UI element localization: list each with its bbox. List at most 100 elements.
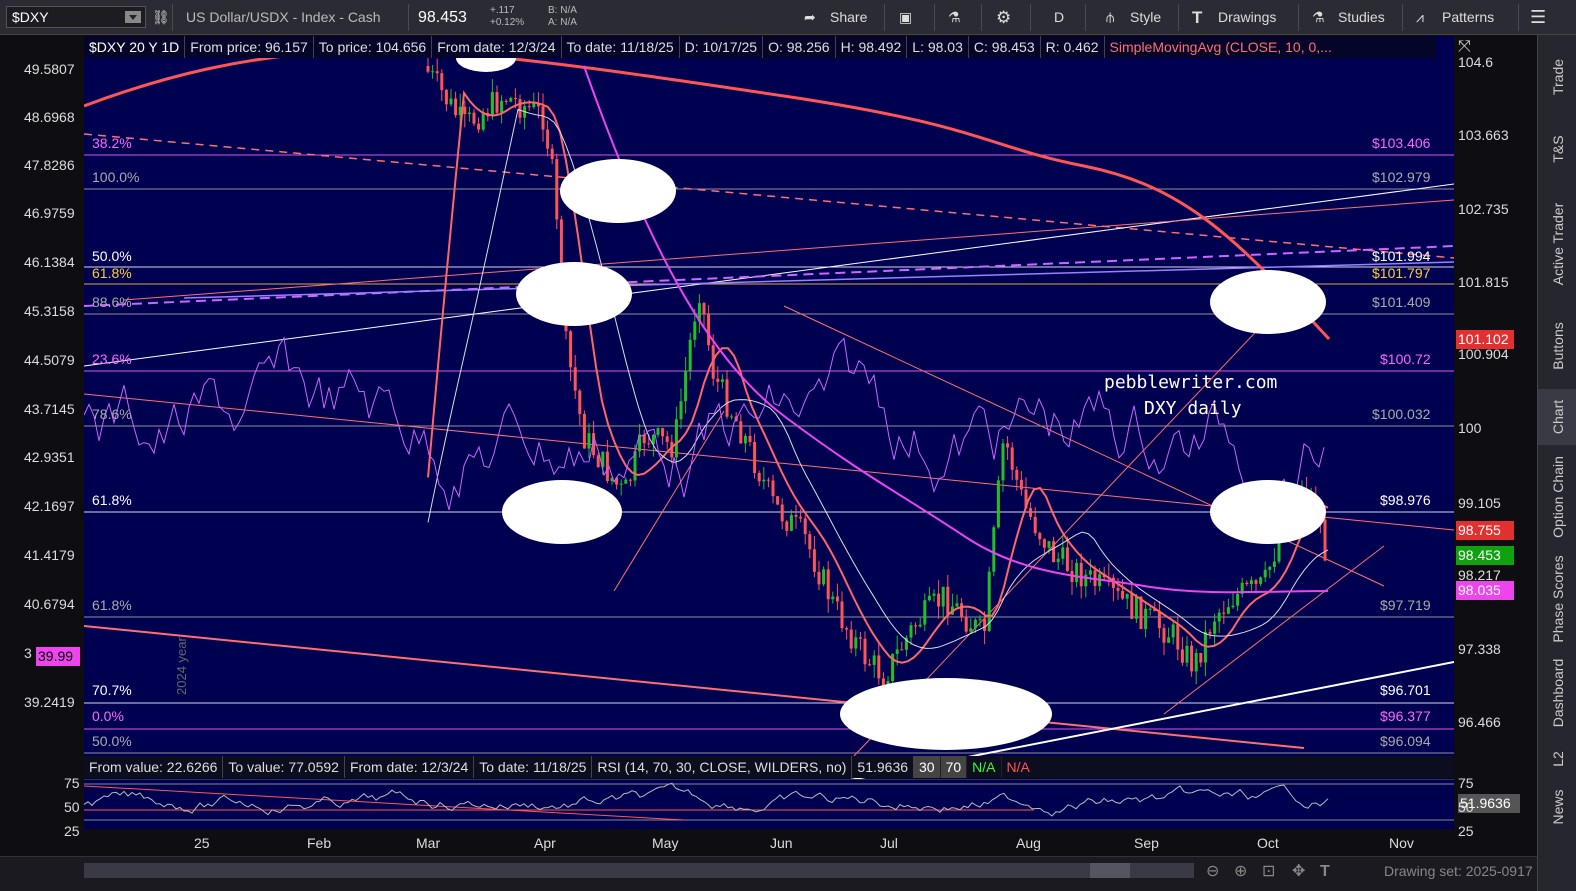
sidebar-tab-dashboard[interactable]: Dashboard — [1538, 649, 1576, 737]
candle-body — [1079, 562, 1083, 587]
candle-body — [978, 618, 982, 620]
rsi-panel[interactable] — [84, 779, 1454, 829]
sidebar-tab-trade[interactable]: Trade — [1538, 41, 1576, 113]
candle-body — [509, 97, 513, 102]
sidebar-tab-buttons[interactable]: Buttons — [1538, 303, 1576, 389]
candle-body — [776, 496, 780, 505]
drawings-icon[interactable]: T — [1192, 0, 1202, 35]
candle-body — [969, 628, 973, 632]
zoom-in-icon[interactable]: ⊕ — [1234, 854, 1247, 889]
fib-price-label: $96.377 — [1380, 708, 1431, 724]
candle-body — [1130, 593, 1134, 619]
candle-body — [1001, 443, 1005, 481]
share-icon[interactable]: ➦ — [804, 0, 816, 35]
candle-body — [628, 479, 632, 481]
left-axis-label: 44.5079 — [24, 352, 75, 368]
fib-price-label: $98.976 — [1380, 492, 1431, 508]
candle-body — [684, 370, 688, 402]
candle-body — [840, 601, 844, 629]
candle-body — [431, 71, 435, 73]
candle-body — [490, 92, 494, 117]
candle-body — [573, 367, 577, 391]
candle-body — [794, 515, 798, 517]
x-axis-label: 25 — [194, 835, 210, 851]
x-axis-label: Jul — [880, 835, 898, 851]
candle-body — [1231, 605, 1235, 608]
candle-body — [1029, 508, 1033, 517]
candle-body — [822, 569, 826, 585]
style-icon[interactable]: ⫛ — [1106, 0, 1114, 35]
zoom-out-icon[interactable]: ⊖ — [1206, 854, 1219, 889]
candle-body — [1084, 574, 1088, 587]
left-axis-label: 42.1697 — [24, 498, 75, 514]
patterns-icon[interactable]: ⩘ — [1416, 0, 1424, 35]
candle-body — [1263, 569, 1267, 578]
right-sidebar: Trade T&S Active Trader Buttons Chart Option … — [1537, 35, 1576, 891]
symbol-dropdown-icon[interactable] — [125, 11, 141, 23]
study-label[interactable]: SimpleMovingAvg (CLOSE, 10, 0,... — [1105, 36, 1337, 58]
price-panel[interactable] — [84, 36, 1454, 782]
x-axis-label: Oct — [1257, 835, 1279, 851]
share-button[interactable]: Share — [830, 0, 867, 35]
info-to-price: To price: 104.656 — [314, 36, 433, 58]
rsi-study-label[interactable]: RSI (14, 70, 30, CLOSE, WILDERS, no) — [592, 756, 853, 778]
fib-price-label: $101.797 — [1372, 265, 1431, 281]
cursor-icon[interactable]: ✥ — [1292, 854, 1305, 889]
style-button[interactable]: Style — [1130, 0, 1161, 35]
sidebar-tab-option-chain[interactable]: Option Chain — [1538, 445, 1576, 549]
layout-icon[interactable]: ▣ — [899, 0, 912, 35]
fib-level-label: 61.8% — [92, 492, 132, 508]
right-axis-label: 102.735 — [1458, 201, 1509, 217]
symbol-input[interactable]: $DXY — [6, 6, 146, 28]
rsi-overbought-badge: 70 — [940, 756, 968, 778]
candle-body — [1208, 631, 1212, 634]
candle-body — [1125, 593, 1129, 599]
sidebar-tab-news[interactable]: News — [1538, 781, 1576, 833]
candle-body — [1199, 652, 1203, 663]
candle-body — [426, 66, 430, 72]
gear-icon[interactable]: ⚙ — [996, 0, 1011, 35]
highlight-ellipse — [516, 262, 632, 326]
interval-button[interactable]: D — [1054, 0, 1064, 35]
link-icon[interactable]: ⛓ — [152, 0, 170, 35]
flask-icon[interactable]: ⚗ — [948, 0, 961, 35]
info-close: C: 98.453 — [969, 36, 1041, 58]
studies-button[interactable]: Studies — [1338, 0, 1385, 35]
ask-value: A: N/A — [548, 17, 577, 28]
candle-body — [803, 518, 807, 535]
left-axis-label: 41.4179 — [24, 547, 75, 563]
zoom-fit-icon[interactable]: ⊡ — [1262, 854, 1275, 889]
left-axis-label: 39.2419 — [24, 694, 75, 710]
percent-change: +0.12% — [490, 17, 525, 28]
fib-level-label: 50.0% — [92, 248, 132, 264]
left-axis-label: 46.9759 — [24, 205, 75, 221]
candle-body — [743, 435, 747, 444]
info-date: D: 10/17/25 — [680, 36, 764, 58]
left-axis-label: 40.6794 — [24, 596, 75, 612]
scrollbar-thumb[interactable] — [1090, 863, 1130, 878]
trendline — [84, 625, 1305, 749]
text-tool-icon[interactable]: T — [1320, 854, 1330, 889]
sidebar-tab-label: Phase Scores — [1549, 555, 1566, 643]
x-axis-label: Apr — [534, 835, 556, 851]
candle-body — [1144, 608, 1148, 629]
drawings-button[interactable]: Drawings — [1218, 0, 1276, 35]
candle-body — [647, 443, 651, 445]
candle-body — [1019, 479, 1023, 490]
sidebar-tab-active-trader[interactable]: Active Trader — [1538, 185, 1576, 303]
sidebar-tab-t-s[interactable]: T&S — [1538, 113, 1576, 185]
sidebar-tab-phase-scores[interactable]: Phase Scores — [1538, 549, 1576, 649]
candle-body — [569, 331, 573, 368]
drawing-set-label[interactable]: Drawing set: 2025-0917 — [1384, 854, 1533, 889]
rsi-axis-label-left: 50 — [64, 799, 80, 815]
chart-area[interactable]: $DXY 20 Y 1D From price: 96.157 To price: … — [0, 35, 1537, 856]
sidebar-tab-chart[interactable]: Chart — [1538, 389, 1576, 445]
sidebar-tab-l2[interactable]: L2 — [1538, 737, 1576, 781]
candle-body — [707, 314, 711, 346]
time-scrollbar[interactable] — [84, 863, 1194, 878]
menu-icon[interactable]: ☰ — [1530, 0, 1546, 35]
x-axis-label: Jun — [770, 835, 793, 851]
candle-body — [619, 483, 623, 485]
studies-icon[interactable]: ⚗ — [1312, 0, 1325, 35]
candle-body — [900, 649, 904, 651]
